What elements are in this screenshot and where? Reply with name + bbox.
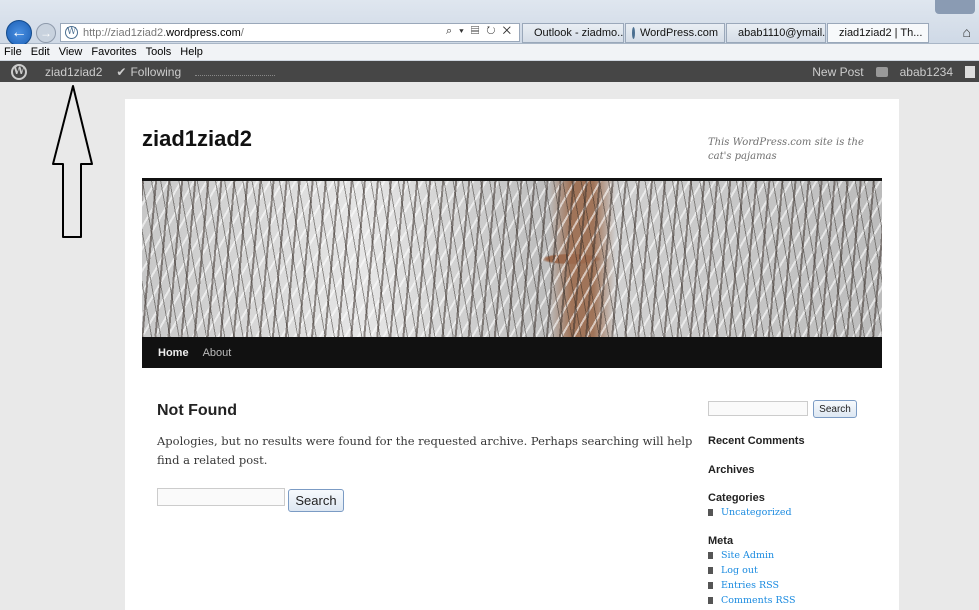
main-navigation: Home About — [142, 337, 882, 368]
wordpress-logo-icon[interactable]: W — [11, 63, 27, 80]
browser-toolbar: ← → W http://ziad1ziad2. wordpress.com / ⌕… — [0, 0, 979, 46]
url-prefix: http://ziad1ziad2. — [83, 26, 167, 39]
menu-help[interactable]: Help — [180, 46, 203, 58]
meta-link-entries-rss[interactable]: Entries RSS — [721, 578, 779, 593]
nav-item-home[interactable]: Home — [158, 347, 189, 359]
wp-admin-bar: W ziad1ziad2 ✔ Following New Post abab12… — [0, 61, 979, 82]
wordpress-favicon-icon: W — [65, 26, 78, 39]
admin-bar-following[interactable]: ✔ Following — [116, 65, 181, 79]
forward-button[interactable]: → — [36, 23, 56, 43]
checkmark-icon: ✔ — [116, 64, 127, 79]
forward-arrow-icon: → — [40, 26, 52, 40]
search-input[interactable] — [157, 488, 285, 506]
menu-view[interactable]: View — [59, 46, 83, 58]
menu-file[interactable]: File — [4, 46, 22, 58]
admin-bar-site-link[interactable]: ziad1ziad2 — [45, 65, 102, 79]
back-button[interactable]: ← — [6, 20, 32, 46]
site-page: ziad1ziad2 This WordPress.com site is th… — [125, 99, 899, 610]
categories-heading: Categories — [708, 492, 765, 504]
tab-ziad1ziad2[interactable]: ziad1ziad2 | Th... × — [827, 23, 929, 43]
tab-label: WordPress.com — [639, 27, 718, 39]
menu-edit[interactable]: Edit — [31, 46, 50, 58]
not-found-message: Apologies, but no results were found for… — [157, 434, 693, 467]
admin-bar-right: New Post abab1234 — [812, 65, 979, 79]
list-item: Site Admin — [708, 548, 795, 563]
up-arrow-annotation — [52, 85, 93, 238]
meta-link-comments-rss[interactable]: Comments RSS — [721, 593, 795, 608]
list-item: Entries RSS — [708, 578, 795, 593]
category-link-uncategorized[interactable]: Uncategorized — [721, 505, 792, 520]
tab-wordpress[interactable]: WordPress.com — [625, 23, 725, 43]
menu-tools[interactable]: Tools — [146, 46, 172, 58]
sidebar-search-button[interactable]: Search — [813, 400, 857, 418]
categories-list: Uncategorized — [708, 505, 792, 520]
search-button[interactable]: Search — [288, 489, 344, 512]
meta-list: Site Admin Log out Entries RSS Comments … — [708, 548, 795, 608]
admin-bar-separator — [195, 75, 276, 76]
address-tools[interactable]: ⌕ ▾ ▤ ↻ ✕ — [446, 25, 513, 38]
avatar[interactable] — [965, 65, 975, 78]
menu-bar: File Edit View Favorites Tools Help — [0, 44, 979, 61]
tab-outlook[interactable]: Outlook - ziadmo... — [522, 23, 624, 43]
site-title[interactable]: ziad1ziad2 — [142, 126, 252, 152]
list-item: Comments RSS — [708, 593, 795, 608]
address-bar[interactable]: W http://ziad1ziad2. wordpress.com / ⌕ ▾ ▤… — [60, 23, 520, 42]
archives-heading: Archives — [708, 464, 755, 476]
url-suffix: / — [240, 26, 244, 39]
window-controls[interactable] — [935, 0, 975, 14]
admin-bar-user[interactable]: abab1234 — [900, 65, 953, 79]
url-host: wordpress.com — [166, 26, 241, 39]
tab-label: abab1110@ymail.... — [738, 27, 826, 39]
new-post-button[interactable]: New Post — [812, 65, 863, 79]
sidebar-search-input[interactable] — [708, 401, 808, 416]
header-image-snowy-forest — [142, 178, 882, 337]
meta-link-site-admin[interactable]: Site Admin — [721, 548, 774, 563]
back-arrow-icon: ← — [11, 24, 27, 41]
meta-heading: Meta — [708, 535, 734, 547]
home-icon[interactable]: ⌂ — [963, 24, 971, 40]
recent-comments-heading: Recent Comments — [708, 435, 805, 447]
list-item: Uncategorized — [708, 505, 792, 520]
tab-label: Outlook - ziadmo... — [534, 27, 624, 39]
notifications-icon[interactable] — [875, 66, 888, 77]
wordpress-icon — [632, 27, 635, 39]
list-item: Log out — [708, 563, 795, 578]
page-title: Not Found — [157, 402, 237, 419]
tab-ymail[interactable]: abab1110@ymail.... — [726, 23, 826, 43]
tab-label: ziad1ziad2 | Th... — [839, 27, 923, 39]
menu-favorites[interactable]: Favorites — [91, 46, 136, 58]
nav-item-about[interactable]: About — [203, 347, 232, 359]
site-tagline: This WordPress.com site is the cat's paj… — [708, 137, 864, 162]
meta-link-log-out[interactable]: Log out — [721, 563, 758, 578]
following-label: Following — [130, 64, 182, 79]
tab-close-icon[interactable]: × — [928, 27, 929, 39]
